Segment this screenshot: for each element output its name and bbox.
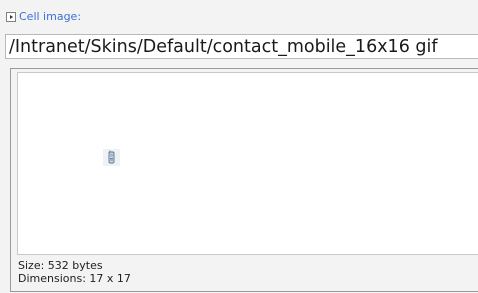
dimensions-row: Dimensions: 17 x 17 — [18, 272, 131, 285]
expand-toggle-icon[interactable] — [6, 12, 16, 22]
dimensions-label: Dimensions: — [18, 272, 86, 285]
cell-image-panel: Cell image: /Intranet/Skins/Default/cont… — [0, 0, 478, 293]
size-value: 532 bytes — [47, 259, 103, 272]
image-info: Size: 532 bytes Dimensions: 17 x 17 — [18, 259, 131, 285]
size-label: Size: — [18, 259, 45, 272]
cell-image-header[interactable]: Cell image: — [6, 10, 81, 24]
size-row: Size: 532 bytes — [18, 259, 131, 272]
image-path-text: /Intranet/Skins/Default/contact_mobile_1… — [9, 37, 438, 57]
cell-image-label: Cell image: — [19, 10, 82, 23]
image-path-field: /Intranet/Skins/Default/contact_mobile_1… — [5, 34, 478, 59]
mobile-phone-icon — [103, 149, 120, 166]
image-preview — [17, 72, 478, 255]
dimensions-value: 17 x 17 — [89, 272, 131, 285]
